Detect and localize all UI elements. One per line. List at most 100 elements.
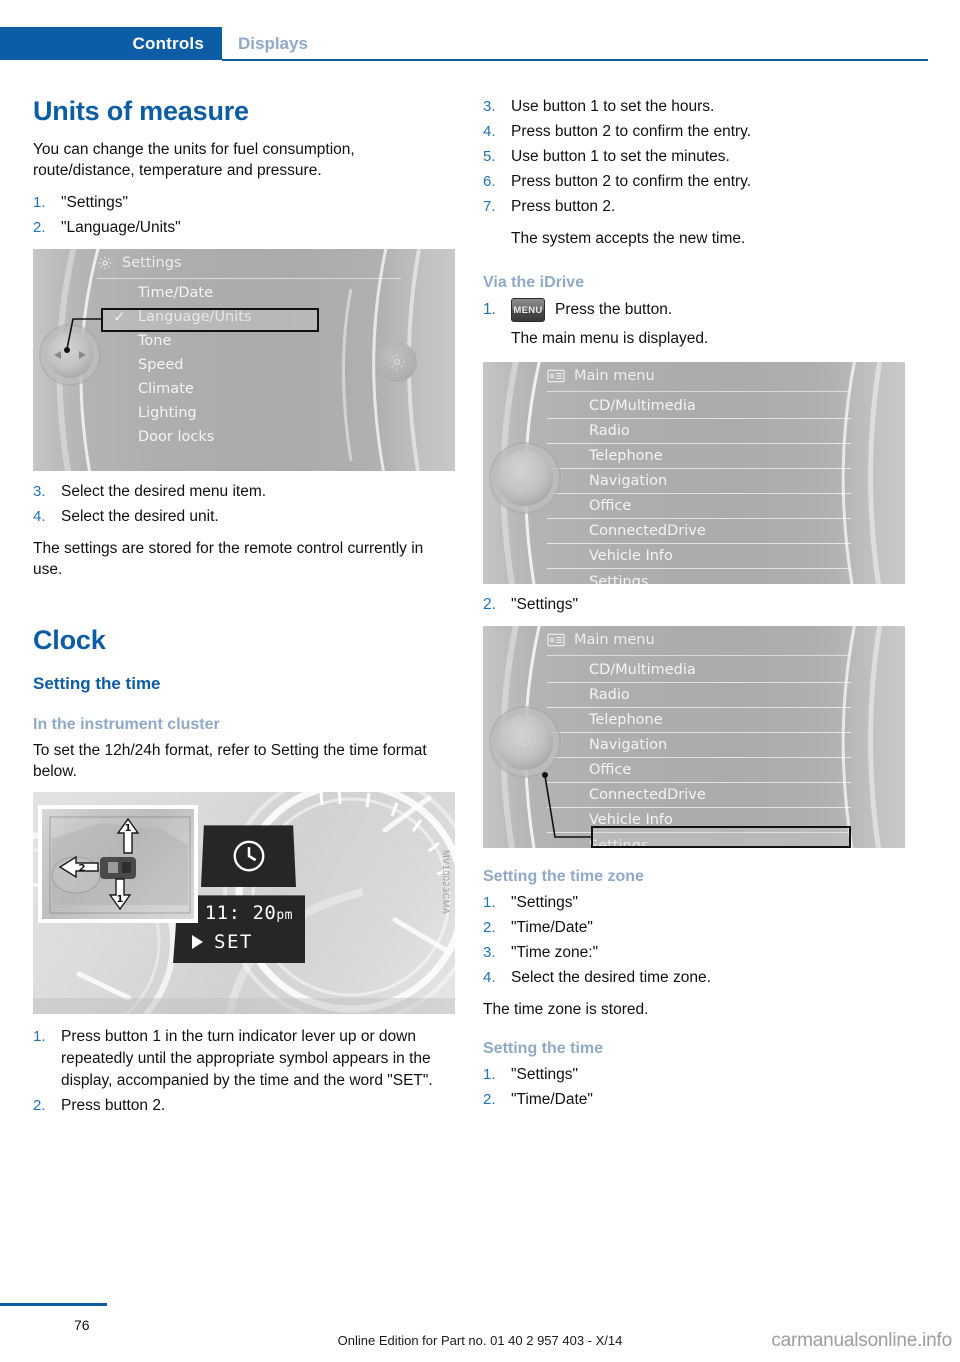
idrive-item-label: Speed [138, 356, 184, 373]
idrive-menu-item-connecteddrive[interactable]: ConnectedDrive [547, 519, 851, 544]
idrive-menu-item-telephone[interactable]: Telephone [547, 444, 851, 469]
idrive-item-label: Climate [138, 380, 194, 397]
tab-controls[interactable]: Controls [0, 27, 222, 60]
set-label: SET [214, 931, 253, 954]
header-divider [222, 59, 928, 61]
idrive-item-label: Lighting [138, 404, 197, 421]
controller-knob-icon[interactable] [497, 450, 553, 506]
checkmark-icon: ✓ [113, 307, 126, 326]
idrive-item-label: Office [589, 498, 632, 514]
idrive-menu-item-cd-multimedia[interactable]: CD/Multimedia [547, 394, 851, 419]
time-zone-steps-list: 1. "Settings" 2. "Time/Date" 3. "Time zo… [483, 892, 905, 989]
idrive-menu-item-time-date[interactable]: Time/Date [33, 281, 455, 305]
list-item: 4. Select the desired time zone. [483, 967, 905, 989]
left-right-arrows-icon [54, 350, 86, 359]
gear-icon [97, 255, 113, 271]
list-icon [547, 369, 565, 383]
idrive-menu-item-door-locks[interactable]: Door locks [33, 425, 455, 449]
idrive-menu-item-radio[interactable]: Radio [547, 419, 851, 444]
gear-icon[interactable] [497, 714, 553, 770]
step-text: Press button 2. [511, 198, 616, 215]
step-text: "Settings" [511, 596, 579, 613]
step-text: "Time/Date" [511, 919, 593, 936]
list-item: 1. "Settings" [33, 192, 455, 214]
list-item: 4. Select the desired unit. [33, 506, 455, 528]
idrive-item-label: Language/Units [138, 308, 252, 325]
idrive-menu-item-radio[interactable]: Radio [547, 683, 851, 708]
idrive-main-menu-header-2: Main menu [483, 626, 905, 654]
step-text: Select the desired time zone. [511, 969, 711, 986]
idrive-item-label: Navigation [589, 737, 668, 753]
step-text: Press button 2. [61, 1097, 166, 1115]
step-number: 6. [483, 173, 496, 190]
svg-text:2: 2 [79, 863, 86, 874]
idrive-menu-item-navigation[interactable]: Navigation [547, 733, 851, 758]
svg-text:1: 1 [125, 823, 132, 834]
instrument-cluster-heading: In the instrument cluster [33, 715, 220, 733]
list-item: 2. "Time/Date" [483, 917, 905, 939]
ampm-text: pm [276, 908, 293, 924]
cluster-set-row: SET [191, 931, 253, 953]
step-number: 1. [483, 1066, 496, 1084]
step-number: 3. [483, 98, 496, 115]
idrive-menu-item-lighting[interactable]: Lighting [33, 401, 455, 425]
clock-icon [233, 840, 264, 872]
idrive-menu-item-settings[interactable]: Settings [547, 569, 851, 585]
controller-knob-icon [47, 331, 93, 378]
step-number: 7. [483, 198, 496, 215]
idrive-item-label: ConnectedDrive [589, 787, 706, 803]
idrive-main-menu-title: Main menu [574, 368, 655, 384]
step-number: 4. [33, 507, 46, 525]
idrive-item-label: Door locks [138, 428, 215, 445]
idrive-menu-item-vehicle-info[interactable]: Vehicle Info [547, 808, 851, 833]
step-text: "Settings" [511, 1066, 579, 1084]
step-number: 3. [483, 944, 496, 961]
cluster-steps-continued: 3. Use button 1 to set the hours. 4. Pre… [483, 96, 905, 218]
tab-displays[interactable]: Displays [238, 27, 308, 60]
list-icon [547, 633, 565, 647]
step-number: 4. [483, 123, 496, 140]
idrive-item-label: Vehicle Info [589, 812, 673, 828]
clock-heading: Clock [33, 624, 106, 655]
step-text: Press button 1 in the turn indicator lev… [61, 1028, 433, 1090]
idrive-menu-item-language-units[interactable]: ✓ Language/Units [33, 305, 455, 329]
idrive-menu-item-cd-multimedia[interactable]: CD/Multimedia [547, 658, 851, 683]
list-item: 3. Select the desired menu item. [33, 481, 455, 503]
time-zone-stored-note: The time zone is stored. [483, 1001, 649, 1018]
tab-bar: Controls Displays [0, 27, 960, 60]
step-number: 2. [33, 218, 46, 236]
svg-text:1: 1 [117, 894, 124, 905]
step-text: Press button 2 to confirm the entry. [511, 173, 752, 190]
step-number: 1. [33, 193, 46, 211]
step-number: 2. [483, 596, 496, 613]
step-text: Select the desired menu item. [61, 482, 267, 500]
list-item: 5. Use button 1 to set the minutes. [483, 146, 905, 168]
step-text: Press button 2 to confirm the entry. [511, 123, 752, 140]
lever-callouts: 1 1 2 [49, 816, 191, 914]
idrive-menu-item-connecteddrive[interactable]: ConnectedDrive [547, 783, 851, 808]
main-menu-displayed-row: The main menu is displayed. [483, 328, 905, 350]
idrive-menu-item-telephone[interactable]: Telephone [547, 708, 851, 733]
idrive-menu-item-office[interactable]: Office [547, 494, 851, 519]
idrive-menu-item-office[interactable]: Office [547, 758, 851, 783]
step-text: Press the button. [555, 301, 673, 318]
idrive-menu-item-vehicle-info[interactable]: Vehicle Info [547, 544, 851, 569]
idrive-item-label: Time/Date [138, 284, 214, 301]
list-item: 4. Press button 2 to confirm the entry. [483, 121, 905, 143]
menu-button-icon[interactable]: MENU [511, 298, 545, 322]
idrive-menu-item-navigation[interactable]: Navigation [547, 469, 851, 494]
idrive-item-label: Settings [589, 573, 649, 585]
list-item: 3. Use button 1 to set the hours. [483, 96, 905, 118]
idrive-menu-item-settings[interactable]: Settings [547, 833, 851, 849]
list-item: 2. "Time/Date" [483, 1089, 905, 1111]
step-number: 2. [483, 919, 496, 936]
figure-watermark: MV10023CMA [441, 850, 451, 915]
list-item: 1. "Settings" [483, 1064, 905, 1086]
footer-divider [0, 1303, 107, 1306]
